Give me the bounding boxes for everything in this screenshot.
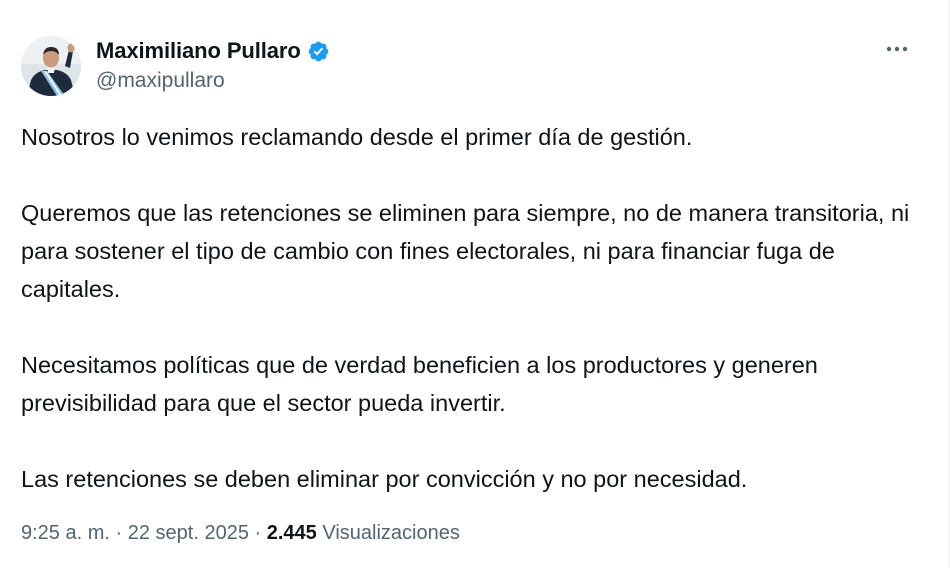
more-options-button[interactable] — [880, 36, 914, 62]
profile-photo-icon — [21, 36, 81, 96]
views-label: Visualizaciones — [322, 522, 460, 544]
views-count: 2.445 — [266, 522, 317, 544]
tweet-meta: 9:25 a. m. · 22 sept. 2025 · 2.445 Visua… — [21, 522, 460, 545]
tweet-date[interactable]: 22 sept. 2025 — [128, 522, 249, 544]
tweet-paragraph: Nosotros lo venimos reclamando desde el … — [21, 124, 693, 150]
tweet-paragraph: Queremos que las retenciones se eliminen… — [21, 200, 910, 302]
tweet-time[interactable]: 9:25 a. m. — [21, 522, 110, 544]
tweet-text: Nosotros lo venimos reclamando desde el … — [21, 118, 921, 498]
author-name-row[interactable]: Maximiliano Pullaro — [96, 36, 330, 66]
tweet-paragraph: Las retenciones se deben eliminar por co… — [21, 466, 748, 492]
more-horizontal-icon — [886, 46, 908, 52]
tweet-card: Maximiliano Pullaro @maxipullaro Nosotro… — [0, 0, 950, 568]
verified-badge-icon — [307, 40, 330, 63]
author-display-name[interactable]: Maximiliano Pullaro — [96, 38, 301, 64]
tweet-paragraph: Necesitamos políticas que de verdad bene… — [21, 352, 818, 416]
author-handle[interactable]: @maxipullaro — [96, 69, 225, 93]
meta-separator: · — [254, 522, 262, 544]
author-avatar[interactable] — [21, 36, 81, 96]
meta-separator: · — [115, 522, 123, 544]
